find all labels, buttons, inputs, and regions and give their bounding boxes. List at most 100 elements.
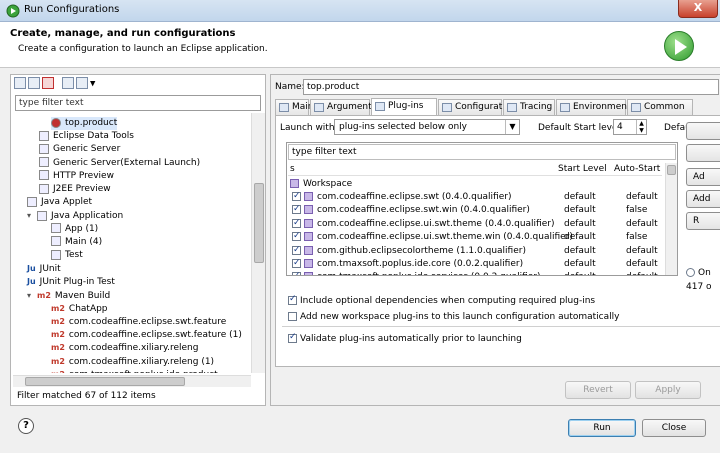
- scroll-thumb[interactable]: [667, 165, 676, 175]
- side-option[interactable]: On: [686, 268, 711, 278]
- tree-item-label: App (1): [65, 223, 99, 234]
- tree-item[interactable]: m2 com.tmaxsoft.poplus.ide.product: [51, 368, 218, 373]
- column-start-level[interactable]: Start Level: [558, 164, 607, 174]
- tab-main[interactable]: Main: [275, 99, 314, 115]
- tree-item[interactable]: Ju JUnit Plug-in Test: [27, 275, 115, 288]
- option-row[interactable]: Include optional dependencies when compu…: [288, 294, 595, 306]
- revert-button[interactable]: Revert: [565, 381, 631, 399]
- option-checkbox[interactable]: [288, 294, 297, 305]
- plugin-scrollbar[interactable]: [665, 163, 677, 275]
- tree-item[interactable]: J2EE Preview: [39, 183, 111, 196]
- plugin-start-level[interactable]: default: [564, 245, 596, 258]
- default-start-level-spinner[interactable]: 4 ▲ ▼: [613, 119, 647, 135]
- config-filter-input[interactable]: type filter text: [15, 95, 261, 111]
- option-checkbox[interactable]: [288, 332, 297, 343]
- tree-vertical-scrollbar[interactable]: [251, 113, 265, 373]
- plugin-checkbox[interactable]: [292, 257, 301, 270]
- plugin-start-level[interactable]: default: [564, 191, 596, 204]
- run-button[interactable]: Run: [568, 419, 636, 437]
- tree-item[interactable]: Ju JUnit: [27, 262, 61, 275]
- plugin-auto-start[interactable]: default: [626, 245, 658, 258]
- side-button[interactable]: Ad: [686, 168, 720, 186]
- chevron-down-icon: ▼: [505, 120, 519, 134]
- tree-item[interactable]: Generic Server(External Launch): [39, 157, 200, 170]
- tree-item[interactable]: Main (4): [51, 236, 102, 249]
- tree-item[interactable]: Generic Server: [39, 143, 120, 156]
- plugin-checkbox[interactable]: [292, 203, 301, 216]
- tree-item[interactable]: m2 ChatApp: [51, 302, 108, 315]
- help-icon[interactable]: ?: [18, 418, 34, 434]
- tree-item[interactable]: m2 com.codeaffine.xiliary.releng (1): [51, 355, 214, 368]
- plugin-checkbox[interactable]: [292, 270, 301, 275]
- side-button[interactable]: [686, 144, 720, 162]
- tree-item[interactable]: m2 com.codeaffine.eclipse.swt.feature (1): [51, 328, 242, 341]
- tree-item[interactable]: App (1): [51, 223, 98, 236]
- tree-expand-icon[interactable]: ▾: [27, 289, 37, 302]
- side-button[interactable]: Add: [686, 190, 720, 208]
- tree-item[interactable]: Eclipse Data Tools: [39, 130, 134, 143]
- table-row[interactable]: com.tmaxsoft.poplus.ide.services (0.0.2.…: [288, 270, 662, 275]
- tree-horizontal-scrollbar[interactable]: [13, 375, 251, 387]
- tab-configuration[interactable]: Configuration: [438, 99, 516, 115]
- filter-icon[interactable]: [76, 77, 88, 89]
- plugin-start-level[interactable]: default: [564, 231, 596, 244]
- duplicate-icon[interactable]: [28, 77, 40, 89]
- tab-tracing[interactable]: Tracing: [503, 99, 555, 115]
- plugin-start-level[interactable]: default: [564, 258, 596, 271]
- option-checkbox[interactable]: [288, 312, 297, 321]
- name-input[interactable]: top.product: [303, 79, 719, 95]
- table-row[interactable]: com.codeaffine.eclipse.ui.swt.theme (0.4…: [288, 217, 662, 231]
- plugin-start-level[interactable]: default: [564, 271, 596, 275]
- plugin-checkbox[interactable]: [292, 190, 301, 203]
- window-close-button[interactable]: X: [678, 0, 718, 18]
- launch-with-select[interactable]: plug-ins selected below only ▼: [334, 119, 520, 135]
- plugin-auto-start[interactable]: false: [626, 204, 647, 217]
- plugin-start-level[interactable]: default: [564, 218, 596, 231]
- side-option-checkbox[interactable]: [686, 268, 695, 277]
- plugin-auto-start[interactable]: default: [626, 258, 658, 271]
- spinner-arrows-icon[interactable]: ▲ ▼: [636, 120, 646, 134]
- column-auto-start[interactable]: Auto-Start: [614, 164, 660, 174]
- delete-icon[interactable]: [42, 77, 54, 89]
- tree-item[interactable]: Java Applet: [27, 196, 92, 209]
- plugin-checkbox[interactable]: [292, 230, 301, 243]
- tree-item[interactable]: ▾ Java Application: [27, 209, 123, 222]
- tree-item[interactable]: HTTP Preview: [39, 170, 114, 183]
- tree-item[interactable]: m2 com.codeaffine.xiliary.releng: [51, 341, 198, 354]
- column-name[interactable]: s: [290, 164, 295, 174]
- plugin-checkbox[interactable]: [292, 217, 301, 230]
- side-button[interactable]: [686, 122, 720, 140]
- tree-item[interactable]: Test: [51, 249, 83, 262]
- apply-button[interactable]: Apply: [635, 381, 701, 399]
- workspace-node[interactable]: Workspace: [290, 178, 662, 191]
- plugin-auto-start[interactable]: default: [626, 271, 658, 275]
- table-row[interactable]: com.codeaffine.eclipse.swt.win (0.4.0.qu…: [288, 203, 662, 217]
- table-row[interactable]: com.tmaxsoft.poplus.ide.core (0.0.2.qual…: [288, 257, 662, 271]
- scroll-thumb[interactable]: [254, 183, 264, 263]
- tab-common[interactable]: Common: [627, 99, 693, 115]
- tree-expand-icon[interactable]: ▾: [27, 209, 37, 222]
- tab-arguments[interactable]: Arguments: [310, 99, 376, 115]
- option-row[interactable]: Add new workspace plug-ins to this launc…: [288, 312, 619, 322]
- table-row[interactable]: com.github.eclipsecolortheme (1.1.0.qual…: [288, 244, 662, 258]
- tab-environment[interactable]: Environment: [556, 99, 630, 115]
- close-button[interactable]: Close: [642, 419, 706, 437]
- new-config-icon[interactable]: [14, 77, 26, 89]
- plugin-filter-input[interactable]: type filter text: [288, 144, 676, 160]
- tree-item[interactable]: m2 com.codeaffine.eclipse.swt.feature: [51, 315, 226, 328]
- plugin-start-level[interactable]: default: [564, 204, 596, 217]
- option-row[interactable]: Validate plug-ins automatically prior to…: [288, 332, 522, 344]
- tab-plug-ins[interactable]: Plug-ins: [371, 98, 437, 116]
- chevron-down-icon[interactable]: ▼: [90, 80, 95, 88]
- plugin-auto-start[interactable]: default: [626, 191, 658, 204]
- plugin-auto-start[interactable]: false: [626, 231, 647, 244]
- tree-item[interactable]: ▾ m2 Maven Build: [27, 289, 110, 302]
- plugin-auto-start[interactable]: default: [626, 218, 658, 231]
- side-button[interactable]: R: [686, 212, 720, 230]
- scroll-thumb[interactable]: [25, 377, 185, 386]
- table-row[interactable]: com.codeaffine.eclipse.swt (0.4.0.qualif…: [288, 190, 662, 204]
- plugin-checkbox[interactable]: [292, 244, 301, 257]
- collapse-all-icon[interactable]: [62, 77, 74, 89]
- tree-item[interactable]: top.product: [51, 117, 118, 130]
- table-row[interactable]: com.codeaffine.eclipse.ui.swt.theme.win …: [288, 230, 662, 244]
